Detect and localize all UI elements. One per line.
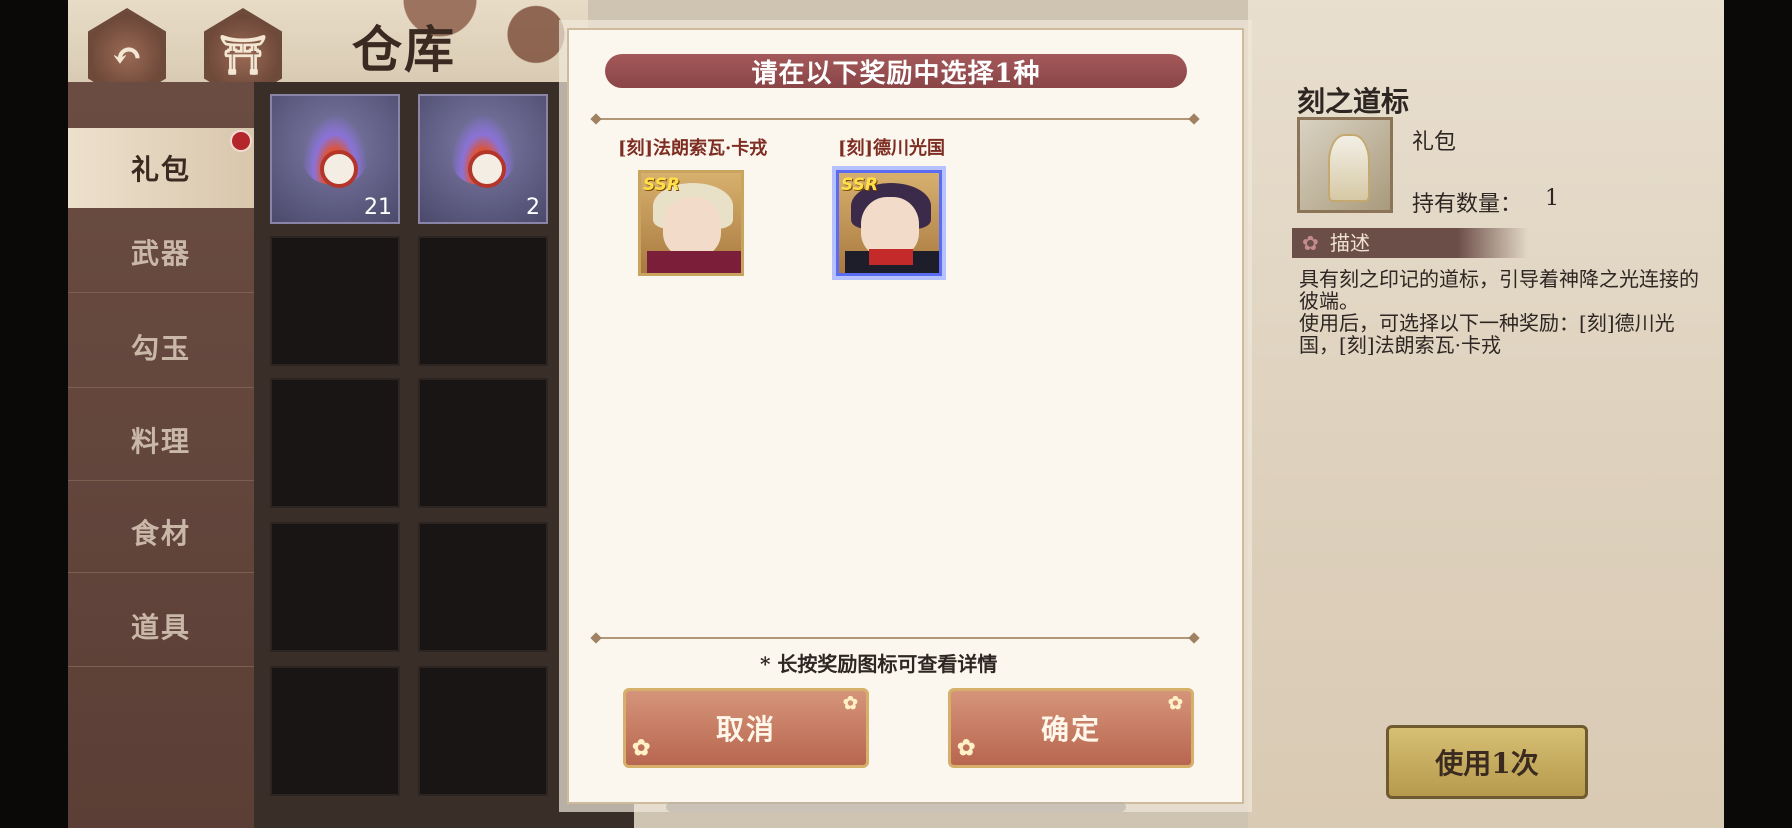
- inventory-item[interactable]: 2: [418, 94, 548, 224]
- sidebar-item-ingredient[interactable]: 食材: [68, 492, 254, 573]
- item-description: 具有刻之印记的道标，引导着神降之光连接的彼端。 使用后，可选择以下一种奖励：[刻…: [1299, 268, 1699, 356]
- back-arrow-icon: ↶: [111, 32, 143, 78]
- scroll-indicator[interactable]: [666, 802, 1126, 812]
- empty-slot: [418, 666, 548, 796]
- coat: [647, 251, 741, 273]
- empty-slot: [270, 378, 400, 508]
- milestone-icon[interactable]: [1297, 117, 1393, 213]
- sidebar-item-label: 礼包: [130, 153, 191, 186]
- sidebar-item-label: 武器: [130, 237, 191, 270]
- use-once-button[interactable]: 使用1次: [1386, 725, 1588, 799]
- empty-slot: [270, 522, 400, 652]
- sidebar-item-label: 勾玉: [130, 332, 191, 365]
- divider: [596, 118, 1194, 120]
- ssr-badge: SSR: [643, 175, 680, 195]
- sidebar-item-cooking[interactable]: 料理: [68, 400, 254, 481]
- qty-value: 1: [1545, 186, 1559, 211]
- description-line: 使用后，可选择以下一种奖励：[刻]德川光国，[刻]法朗索瓦·卡戎: [1299, 311, 1675, 357]
- eye-icon: [320, 150, 358, 188]
- confirm-button[interactable]: 确定: [948, 688, 1194, 768]
- empty-slot: [418, 378, 548, 508]
- option-label: [刻]法朗索瓦·卡戎: [618, 138, 768, 159]
- description-tag-label: 描述: [1330, 231, 1370, 255]
- reward-option-francois[interactable]: SSR: [638, 170, 744, 276]
- notification-badge: [230, 130, 252, 152]
- face: [663, 197, 721, 257]
- option-label: [刻]德川光国: [838, 138, 946, 159]
- empty-slot: [418, 236, 548, 366]
- sidebar-item-label: 食材: [130, 517, 191, 550]
- dialog-title: 请在以下奖励中选择1种: [605, 54, 1187, 89]
- eye-icon: [468, 150, 506, 188]
- sidebar-item-tool[interactable]: 道具: [68, 586, 254, 667]
- cancel-button[interactable]: 取消: [623, 688, 869, 768]
- empty-slot: [270, 666, 400, 796]
- sidebar-item-label: 料理: [130, 425, 191, 458]
- divider: [596, 637, 1194, 639]
- sidebar-item-label: 道具: [130, 611, 191, 644]
- empty-slot: [418, 522, 548, 652]
- description-line: 具有刻之印记的道标，引导着神降之光连接的彼端。: [1299, 267, 1699, 313]
- scarf: [869, 249, 913, 265]
- sidebar-item-weapon[interactable]: 武器: [68, 212, 254, 293]
- empty-slot: [270, 236, 400, 366]
- page-title: 仓库: [352, 20, 456, 79]
- face: [861, 197, 919, 257]
- torii-gate-icon: ⛩: [218, 32, 268, 77]
- item-type: 礼包: [1412, 130, 1457, 155]
- hint-text: * 长按奖励图标可查看详情: [760, 652, 998, 676]
- ssr-badge: SSR: [841, 175, 878, 195]
- sidebar-item-gift[interactable]: 礼包: [68, 128, 254, 208]
- qty-label: 持有数量：: [1412, 192, 1523, 217]
- inventory-item[interactable]: 21: [270, 94, 400, 224]
- description-tag: 描述: [1292, 228, 1528, 258]
- item-name: 刻之道标: [1297, 85, 1410, 118]
- item-count: 21: [364, 195, 392, 220]
- sidebar: 礼包 武器 勾玉 料理 食材 道具: [68, 82, 254, 828]
- sidebar-item-magatama[interactable]: 勾玉: [68, 307, 254, 388]
- item-count: 2: [526, 195, 540, 220]
- reward-option-tokugawa[interactable]: SSR: [836, 170, 942, 276]
